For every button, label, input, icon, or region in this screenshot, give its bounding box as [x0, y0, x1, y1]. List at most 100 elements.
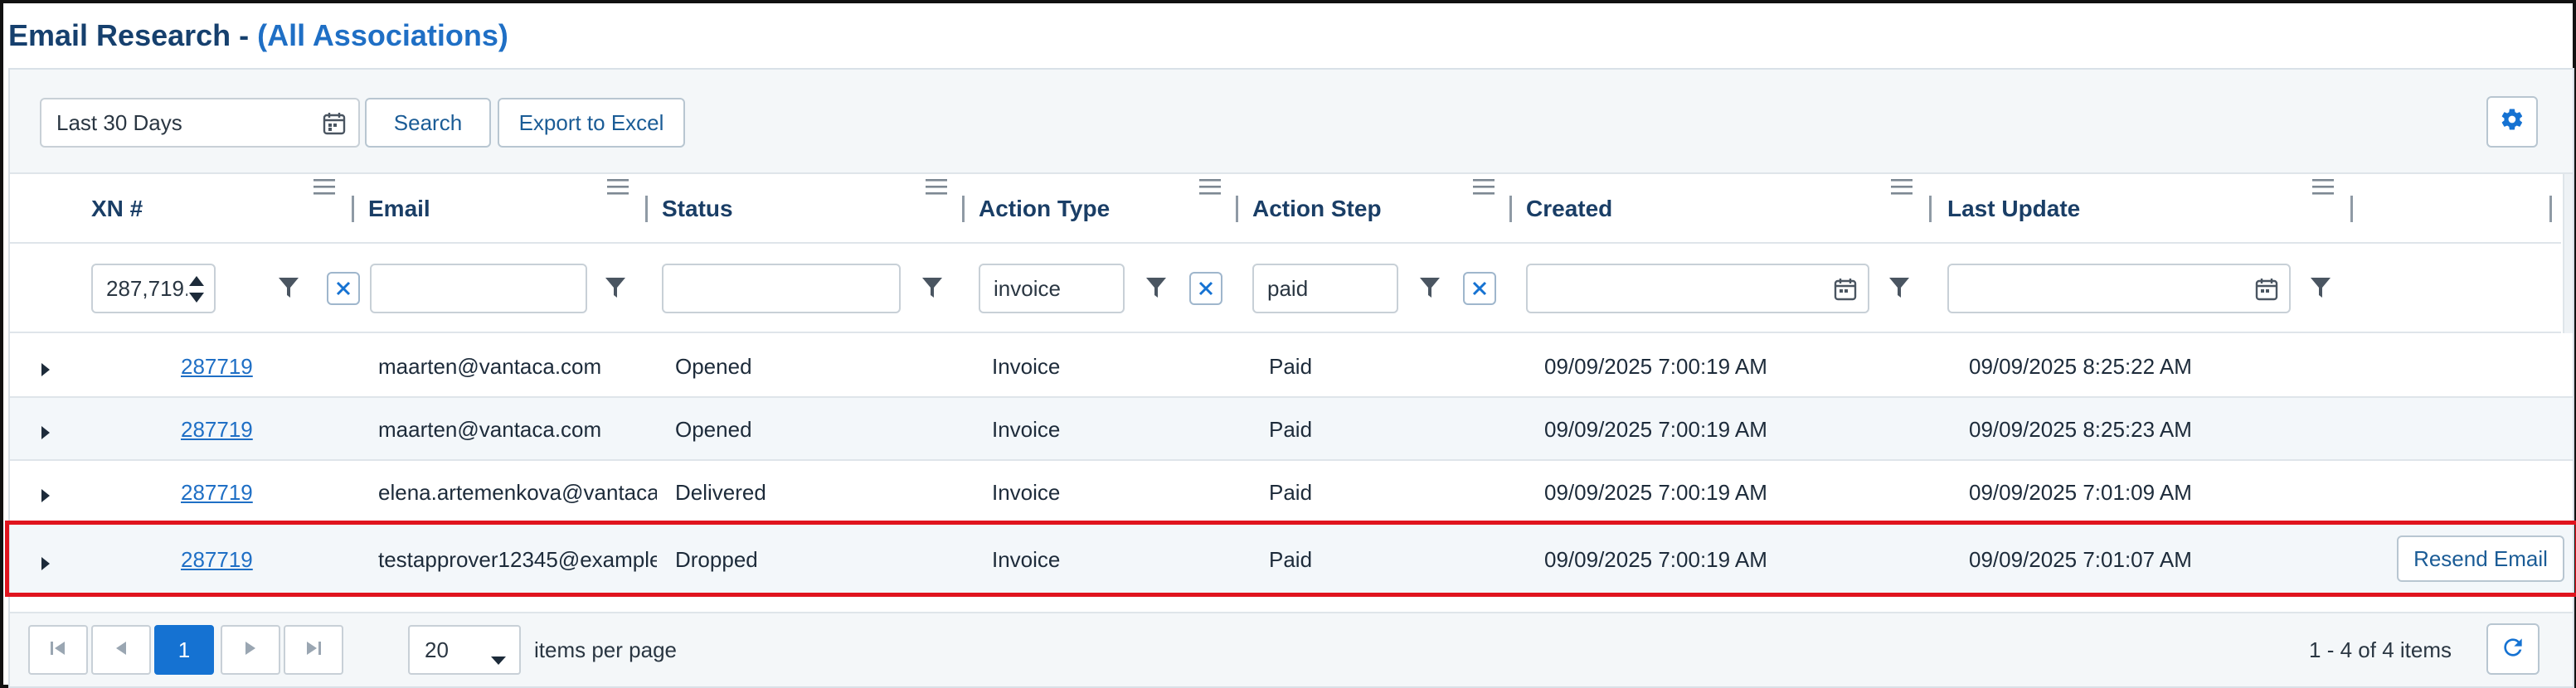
- grid-filter-row: 287,719.00 invoice paid: [10, 245, 2561, 333]
- xn-link[interactable]: 287719: [181, 480, 253, 506]
- last-update-cell: 09/09/2025 7:01:09 AM: [1969, 479, 2192, 505]
- association-selector[interactable]: (All Associations): [257, 18, 508, 53]
- email-filter-input[interactable]: [370, 264, 587, 313]
- search-button[interactable]: Search: [365, 98, 491, 148]
- action-step-cell: Paid: [1269, 416, 1313, 442]
- filter-icon[interactable]: [277, 275, 300, 304]
- gear-icon: [2500, 107, 2525, 138]
- toolbar: Last 30 Days Search Export to Excel: [10, 70, 2573, 174]
- column-menu-icon[interactable]: [313, 174, 338, 199]
- column-resize-handle[interactable]: [645, 196, 648, 222]
- resend-email-button[interactable]: Resend Email: [2397, 535, 2564, 582]
- previous-page-button[interactable]: [91, 625, 151, 675]
- action-type-cell: Invoice: [992, 546, 1061, 572]
- column-resize-handle[interactable]: [962, 196, 965, 222]
- column-resize-handle[interactable]: [2350, 196, 2353, 222]
- export-to-excel-button[interactable]: Export to Excel: [498, 98, 685, 148]
- column-menu-icon[interactable]: [1199, 174, 1224, 199]
- table-row[interactable]: 287719 maarten@vantaca.com Opened Invoic…: [10, 398, 2573, 461]
- expand-row-icon[interactable]: [40, 421, 51, 447]
- clear-filter-button[interactable]: [1189, 272, 1222, 305]
- xn-filter-input[interactable]: 287,719.00: [91, 264, 216, 313]
- expand-row-icon[interactable]: [40, 358, 51, 384]
- action-step-filter-input[interactable]: paid: [1252, 264, 1398, 313]
- page-size-select[interactable]: 20: [408, 625, 521, 675]
- table-row[interactable]: 287719 testapprover12345@example.com Dro…: [10, 524, 2573, 595]
- next-page-button[interactable]: [221, 625, 280, 675]
- column-menu-icon[interactable]: [1891, 174, 1916, 199]
- column-header-label: Action Step: [1252, 196, 1382, 221]
- calendar-icon[interactable]: [1833, 277, 1858, 308]
- page-1-button[interactable]: 1: [154, 625, 214, 675]
- status-filter-input[interactable]: [662, 264, 901, 313]
- column-resize-handle[interactable]: [2549, 196, 2552, 222]
- table-row[interactable]: 287719 elena.artemenkova@vantaca.com Del…: [10, 461, 2573, 524]
- column-resize-handle[interactable]: [1929, 196, 1932, 222]
- created-cell: 09/09/2025 7:00:19 AM: [1544, 416, 1767, 442]
- column-header-created[interactable]: Created: [1526, 174, 1612, 244]
- page-title-text: Email Research -: [8, 18, 250, 52]
- date-range-picker[interactable]: Last 30 Days: [40, 98, 360, 148]
- column-menu-icon[interactable]: [607, 174, 632, 199]
- column-header-status[interactable]: Status: [662, 174, 733, 244]
- chevron-down-icon: [489, 647, 508, 672]
- column-header-last-update[interactable]: Last Update: [1947, 174, 2080, 244]
- column-menu-icon[interactable]: [2312, 174, 2337, 199]
- filter-icon[interactable]: [921, 275, 944, 304]
- status-cell: Delivered: [675, 479, 766, 505]
- numeric-spinner-icon[interactable]: [187, 274, 206, 311]
- calendar-icon[interactable]: [2254, 277, 2279, 308]
- action-type-filter-input[interactable]: invoice: [979, 264, 1125, 313]
- filter-icon[interactable]: [604, 275, 627, 304]
- xn-link[interactable]: 287719: [181, 547, 253, 573]
- action-type-cell: Invoice: [992, 416, 1061, 442]
- last-update-filter-input[interactable]: [1947, 264, 2291, 313]
- grid-column-headers: XN # Email Status Action Type Action Ste…: [10, 174, 2561, 244]
- first-page-icon: [48, 638, 68, 662]
- last-update-cell: 09/09/2025 8:25:22 AM: [1969, 353, 2192, 379]
- column-header-xn[interactable]: XN #: [91, 174, 143, 244]
- first-page-button[interactable]: [28, 625, 88, 675]
- status-cell: Opened: [675, 353, 752, 379]
- filter-icon[interactable]: [1145, 275, 1168, 304]
- refresh-icon: [2500, 634, 2526, 665]
- xn-link[interactable]: 287719: [181, 417, 253, 443]
- created-filter-input[interactable]: [1526, 264, 1869, 313]
- action-step-cell: Paid: [1269, 546, 1313, 572]
- table-row[interactable]: 287719 maarten@vantaca.com Opened Invoic…: [10, 335, 2573, 398]
- column-header-label: Created: [1526, 196, 1613, 221]
- calendar-icon[interactable]: [322, 111, 347, 142]
- expand-row-icon[interactable]: [40, 484, 51, 510]
- column-resize-handle[interactable]: [1236, 196, 1238, 222]
- header-scrollbar[interactable]: [2563, 174, 2573, 333]
- filter-icon[interactable]: [1888, 275, 1911, 304]
- last-page-button[interactable]: [284, 625, 343, 675]
- column-header-action-step[interactable]: Action Step: [1252, 174, 1382, 244]
- filter-icon[interactable]: [2309, 275, 2332, 304]
- column-header-label: XN #: [91, 196, 143, 221]
- items-per-page-label: items per page: [534, 637, 677, 662]
- settings-button[interactable]: [2486, 96, 2538, 148]
- clear-filter-button[interactable]: [1463, 272, 1496, 305]
- app-frame: Email Research - (All Associations) Last…: [0, 0, 2576, 688]
- filter-icon[interactable]: [1418, 275, 1441, 304]
- column-resize-handle[interactable]: [1509, 196, 1512, 222]
- column-header-label: Status: [662, 196, 733, 221]
- column-header-email[interactable]: Email: [368, 174, 430, 244]
- refresh-button[interactable]: [2486, 623, 2540, 675]
- xn-cell: 287719: [181, 398, 330, 461]
- clear-filter-button[interactable]: [327, 272, 360, 305]
- column-header-label: Action Type: [979, 196, 1111, 221]
- last-update-cell: 09/09/2025 8:25:23 AM: [1969, 416, 2192, 442]
- xn-filter-value: 287,719.00: [106, 275, 187, 301]
- expand-row-icon[interactable]: [40, 552, 51, 578]
- xn-cell: 287719: [181, 335, 330, 398]
- xn-cell: 287719: [181, 524, 330, 595]
- xn-link[interactable]: 287719: [181, 354, 253, 380]
- column-menu-icon[interactable]: [1473, 174, 1498, 199]
- email-cell: testapprover12345@example.com: [378, 546, 657, 572]
- column-resize-handle[interactable]: [352, 196, 354, 222]
- column-header-action-type[interactable]: Action Type: [979, 174, 1110, 244]
- column-menu-icon[interactable]: [926, 174, 950, 199]
- email-cell: maarten@vantaca.com: [378, 353, 602, 379]
